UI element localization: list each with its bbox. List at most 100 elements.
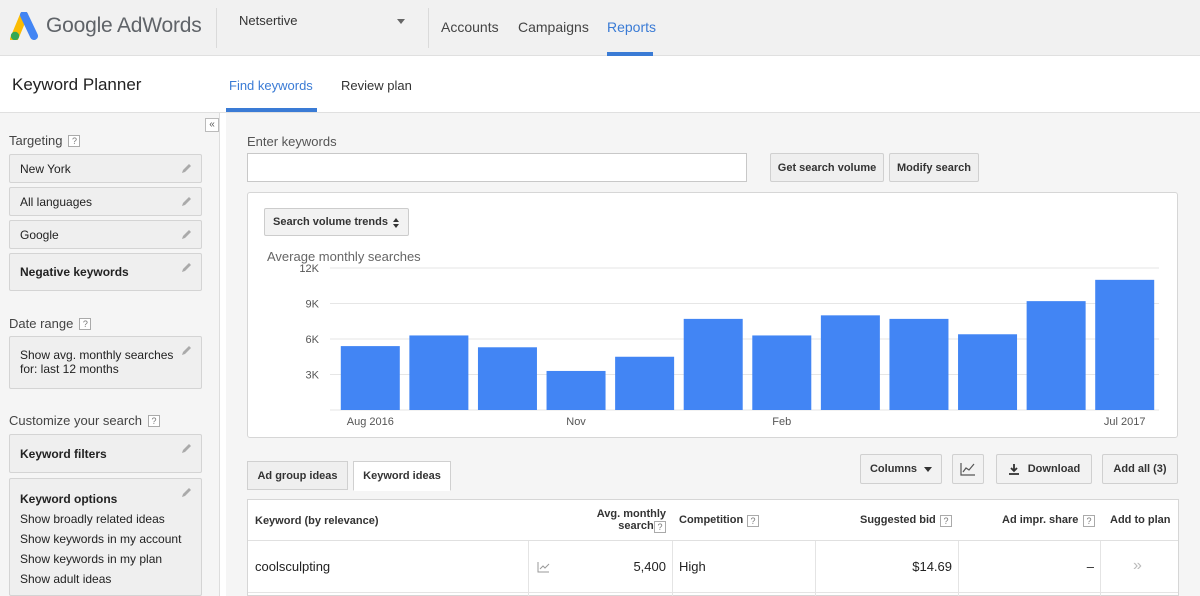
bar-aug-2016 xyxy=(340,346,400,410)
help-icon[interactable]: ? xyxy=(79,317,92,330)
option-in-account: Show keywords in my account xyxy=(20,532,182,546)
tab-review-plan[interactable]: Review plan xyxy=(341,78,412,93)
trend-select[interactable]: Search volume trends xyxy=(264,208,409,236)
chart-toggle-button[interactable] xyxy=(952,454,984,484)
date-range-heading: Date range ? xyxy=(9,316,92,331)
help-icon[interactable]: ? xyxy=(940,515,952,527)
download-label: Download xyxy=(1027,463,1081,475)
table-header-row: Keyword (by relevance) Avg. monthly sear… xyxy=(248,500,1178,541)
row-divider xyxy=(248,592,1178,593)
y-tick-label: 9K xyxy=(306,299,320,311)
bar-sep-2016 xyxy=(409,335,469,410)
customize-heading: Customize your search ? xyxy=(9,413,160,428)
trend-sparkline-icon[interactable] xyxy=(537,561,550,573)
adwords-logo[interactable]: Google AdWords xyxy=(10,12,202,40)
tab-find-keywords[interactable]: Find keywords xyxy=(229,78,313,93)
keyword-options-title: Keyword options xyxy=(20,492,118,506)
header-competition[interactable]: Competition xyxy=(679,514,743,526)
help-icon[interactable]: ? xyxy=(654,521,666,533)
help-icon[interactable]: ? xyxy=(147,414,160,427)
keyword-filters-label: Keyword filters xyxy=(20,446,107,461)
header-keyword[interactable]: Keyword (by relevance) xyxy=(255,515,379,527)
pencil-icon[interactable] xyxy=(181,261,193,273)
option-in-plan: Show keywords in my plan xyxy=(20,552,163,566)
header-add-to-plan: Add to plan xyxy=(1110,514,1171,526)
pencil-icon[interactable] xyxy=(181,228,193,240)
date-range-box[interactable]: Show avg. monthly searches for: last 12 … xyxy=(9,336,202,389)
targeting-location[interactable]: New York xyxy=(9,154,202,183)
targeting-label: Targeting xyxy=(9,133,63,148)
collapse-sidebar-icon[interactable]: « xyxy=(205,118,219,132)
bar-jul-2017 xyxy=(1095,279,1155,410)
nav-accounts[interactable]: Accounts xyxy=(441,19,499,35)
columns-label: Columns xyxy=(869,463,918,475)
column-divider xyxy=(958,541,959,596)
pencil-icon[interactable] xyxy=(181,486,193,498)
page-title: Keyword Planner xyxy=(12,75,142,94)
bar-apr-2017 xyxy=(889,318,949,410)
cell-ad-impr-share: – xyxy=(1086,559,1094,574)
bar-jun-2017 xyxy=(1026,301,1086,410)
x-tick-label: Feb xyxy=(772,416,791,428)
header-avg-monthly[interactable]: Avg. monthly searches xyxy=(547,508,666,532)
option-adult-ideas: Show adult ideas xyxy=(20,572,112,586)
get-search-volume-button[interactable]: Get search volume xyxy=(770,153,884,182)
bar-dec-2016 xyxy=(615,356,675,410)
header-ad-impr-share[interactable]: Ad impr. share xyxy=(1002,514,1078,526)
negative-keywords-label: Negative keywords xyxy=(20,265,129,279)
line-chart-icon xyxy=(960,463,975,476)
subheader: Keyword Planner Find keywords Review pla… xyxy=(0,56,1200,113)
pencil-icon[interactable] xyxy=(181,195,193,207)
pencil-icon[interactable] xyxy=(181,442,193,454)
location-value: New York xyxy=(20,161,71,176)
keyword-options[interactable]: Keyword options Show broadly related ide… xyxy=(9,478,202,596)
keywords-input[interactable] xyxy=(247,153,747,182)
x-tick-label: Nov xyxy=(566,416,586,428)
adwords-logo-icon xyxy=(10,12,38,40)
help-icon[interactable]: ? xyxy=(68,134,81,147)
help-icon[interactable]: ? xyxy=(747,515,759,527)
enter-keywords-label: Enter keywords xyxy=(247,134,337,149)
trend-select-label: Search volume trends xyxy=(273,216,388,228)
sort-updown-icon xyxy=(393,218,399,228)
bar-jan-2017 xyxy=(683,318,743,410)
column-divider xyxy=(528,541,529,596)
negative-keywords[interactable]: Negative keywords xyxy=(9,253,202,291)
network-value: Google xyxy=(20,227,59,242)
cell-suggested-bid: $14.69 xyxy=(912,559,952,574)
download-icon xyxy=(1008,464,1019,475)
search-volume-chart: 3K 6K 9K 12K Aug 2016 Nov Feb Jul 2017 xyxy=(299,263,1159,428)
chevron-down-icon[interactable] xyxy=(397,19,405,24)
help-icon[interactable]: ? xyxy=(1083,515,1095,527)
chevron-down-icon xyxy=(924,466,933,472)
keyword-filters[interactable]: Keyword filters xyxy=(9,434,202,473)
date-range-line1: Show avg. monthly searches xyxy=(20,348,174,362)
cell-competition: High xyxy=(679,559,706,574)
tab-ad-group-ideas[interactable]: Ad group ideas xyxy=(247,461,348,490)
sidebar: « Targeting ? New York All languages Goo… xyxy=(0,113,220,596)
option-broadly-related: Show broadly related ideas xyxy=(20,512,165,526)
y-tick-label: 6K xyxy=(306,334,320,346)
top-bar: Google AdWords Netsertive Accounts Campa… xyxy=(0,0,1200,56)
y-tick-label: 3K xyxy=(306,370,320,382)
tab-keyword-ideas[interactable]: Keyword ideas xyxy=(353,461,451,491)
keyword-table: Keyword (by relevance) Avg. monthly sear… xyxy=(247,499,1179,596)
x-tick-label: Aug 2016 xyxy=(347,416,394,428)
nav-reports[interactable]: Reports xyxy=(607,19,656,35)
modify-search-button[interactable]: Modify search xyxy=(889,153,979,182)
column-divider xyxy=(1100,541,1101,596)
date-range-line2: for: last 12 months xyxy=(20,362,119,376)
download-button[interactable]: Download xyxy=(996,454,1092,484)
targeting-language[interactable]: All languages xyxy=(9,187,202,216)
x-tick-label: Jul 2017 xyxy=(1104,416,1146,428)
columns-button[interactable]: Columns xyxy=(860,454,942,484)
header-suggested-bid[interactable]: Suggested bid xyxy=(860,514,936,526)
targeting-network[interactable]: Google xyxy=(9,220,202,249)
add-to-plan-icon[interactable]: » xyxy=(1133,557,1142,575)
pencil-icon[interactable] xyxy=(181,344,193,356)
pencil-icon[interactable] xyxy=(181,162,193,174)
account-selector[interactable]: Netsertive xyxy=(239,13,298,28)
nav-campaigns[interactable]: Campaigns xyxy=(518,19,589,35)
add-all-button[interactable]: Add all (3) xyxy=(1102,454,1178,484)
bar-oct-2016 xyxy=(477,347,537,410)
